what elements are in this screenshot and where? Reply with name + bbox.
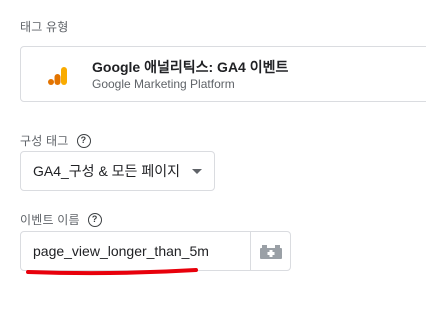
config-tag-label: 구성 태그 ? — [20, 132, 91, 149]
help-circle-icon[interactable]: ? — [76, 133, 91, 148]
event-name-label: 이벤트 이름 ? — [20, 211, 102, 228]
help-circle-icon[interactable]: ? — [87, 212, 102, 227]
tag-configuration-panel: 태그 유형 Google 애널리틱스: GA4 이벤트 Google Marke… — [0, 0, 426, 316]
config-tag-select[interactable]: GA4_구성 & 모든 페이지 — [20, 151, 215, 191]
config-tag-selected-value: GA4_구성 & 모든 페이지 — [33, 163, 180, 179]
event-name-label-text: 이벤트 이름 — [20, 213, 80, 227]
google-analytics-icon — [48, 67, 67, 85]
dropdown-arrow-icon — [192, 169, 202, 174]
variable-brick-icon — [259, 245, 282, 259]
tag-type-card[interactable]: Google 애널리틱스: GA4 이벤트 Google Marketing P… — [20, 46, 426, 102]
config-tag-label-text: 구성 태그 — [20, 134, 69, 148]
tag-type-label-text: 태그 유형 — [20, 20, 69, 34]
tag-type-subtitle: Google Marketing Platform — [92, 77, 235, 91]
insert-variable-button[interactable] — [250, 231, 291, 271]
tag-type-title: Google 애널리틱스: GA4 이벤트 — [92, 59, 289, 75]
red-underline-annotation — [26, 268, 198, 276]
event-name-input[interactable] — [20, 231, 251, 271]
tag-type-label: 태그 유형 — [20, 18, 69, 35]
